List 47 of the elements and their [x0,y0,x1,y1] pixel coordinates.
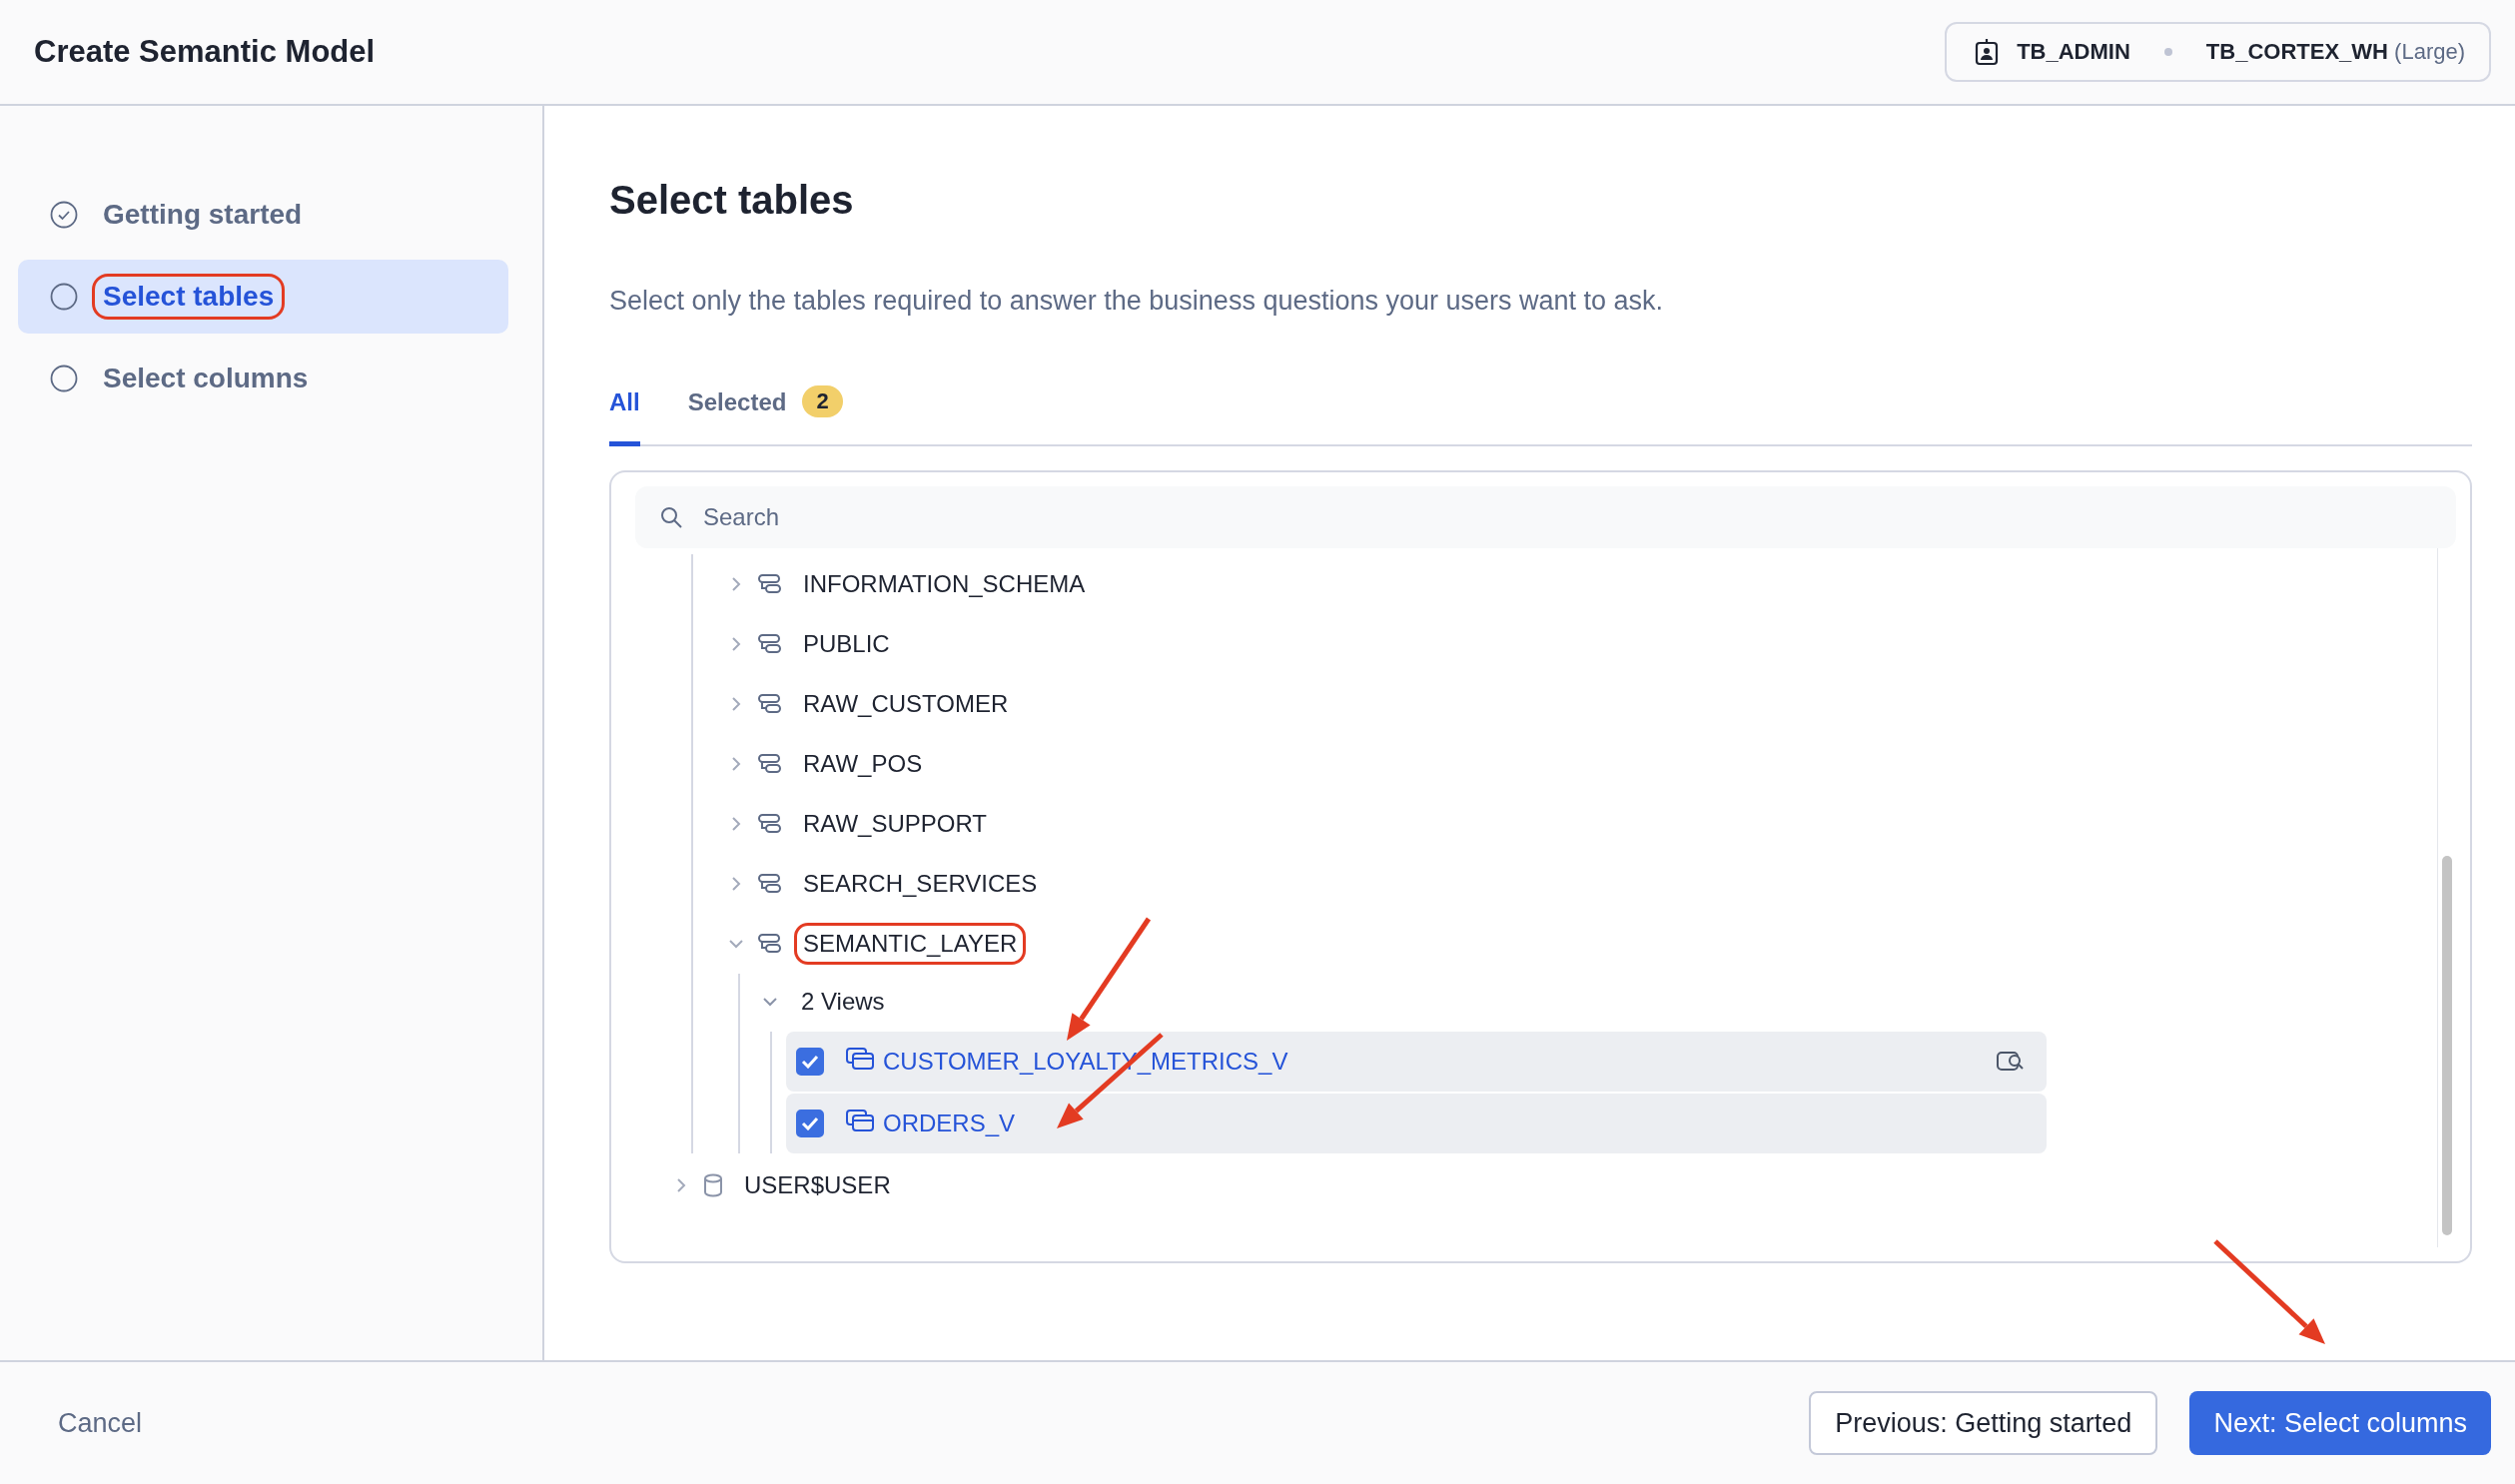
tab-label: All [609,388,640,416]
window-title: Create Semantic Model [34,34,376,70]
schema-name[interactable]: RAW_SUPPORT [794,803,997,845]
schema-icon [758,754,782,774]
page-heading: Select tables [609,177,855,224]
checkbox[interactable] [796,1048,824,1076]
schema-name[interactable]: SEARCH_SERVICES [794,863,1047,905]
previous-button[interactable]: Previous: Getting started [1809,1391,2158,1455]
schema-icon [758,634,782,654]
user-badge-icon [1975,38,2000,66]
user-name: TB_ADMIN [2017,39,2130,65]
step-item[interactable]: Select columns [18,342,508,415]
warehouse-name: TB_CORTEX_WH (Large) [2205,39,2465,65]
schema-name[interactable]: PUBLIC [794,623,899,665]
schema-name[interactable]: SEMANTIC_LAYER [794,923,1027,965]
checkmark-icon [801,1116,819,1130]
step-item[interactable]: Select tables [18,260,508,334]
database-icon [703,1173,723,1197]
schema-name[interactable]: INFORMATION_SCHEMA [794,563,1095,605]
search-field[interactable]: Search [635,486,2456,548]
view-row[interactable]: ORDERS_V [786,1094,2047,1153]
preview-icon[interactable] [1997,1050,2025,1074]
schema-icon [758,574,782,594]
schema-icon [758,934,782,954]
view-name: ORDERS_V [882,1109,1017,1138]
view-icon [846,1110,874,1131]
tab[interactable]: Selected 2 [687,388,843,446]
count-badge: 2 [802,385,843,417]
cancel-button[interactable]: Cancel [58,1391,143,1455]
schema-icon [758,694,782,714]
description-text: Select only the tables required to answer the business questions your users want to ask. [609,286,1665,317]
checkbox[interactable] [796,1110,824,1137]
account-chip[interactable]: TB_ADMIN TB_CORTEX_WH (Large) [1945,22,2491,82]
group-name[interactable]: 2 Views [792,981,894,1023]
step-item[interactable]: Getting started [18,178,508,252]
search-icon [659,505,683,529]
tab-label: Selected [687,388,787,416]
database-name[interactable]: USER$USER [735,1164,900,1206]
schema-name[interactable]: RAW_POS [794,743,932,785]
schema-icon [758,814,782,834]
tab[interactable]: All [609,388,640,446]
view-icon [846,1048,874,1070]
schema-icon [758,874,782,894]
schema-name[interactable]: RAW_CUSTOMER [794,683,1018,725]
checkmark-icon [801,1055,819,1069]
separator-dot [2163,48,2172,56]
next-button[interactable]: Next: Select columns [2189,1391,2491,1455]
